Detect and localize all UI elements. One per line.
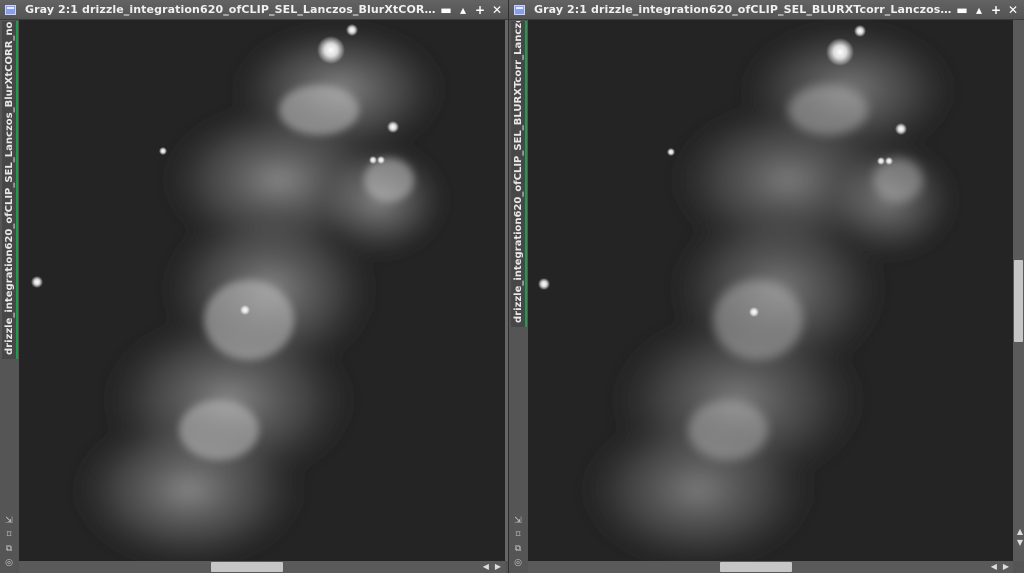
image-viewport[interactable]	[528, 20, 1013, 561]
scroll-left-icon[interactable]: ◀	[483, 561, 489, 573]
window-title: Gray 2:1 drizzle_integration620_ofCLIP_S…	[534, 3, 952, 16]
scroll-right-icon[interactable]: ▶	[495, 561, 501, 573]
image-viewport[interactable]	[19, 20, 505, 561]
close-button[interactable]: ✕	[490, 2, 504, 18]
fit-view-icon[interactable]: ⌑	[3, 530, 15, 541]
target-icon[interactable]: ◎	[512, 558, 524, 569]
nebula-image	[528, 20, 1013, 561]
clone-view-icon[interactable]: ⧉	[512, 544, 524, 555]
nebula-image	[19, 20, 505, 561]
scroll-thumb[interactable]	[720, 562, 792, 572]
horizontal-scrollbar[interactable]: ◀ ▶	[19, 561, 505, 573]
window-title: Gray 2:1 drizzle_integration620_ofCLIP_S…	[25, 3, 436, 16]
clone-view-icon[interactable]: ⧉	[3, 544, 15, 555]
scroll-left-icon[interactable]: ◀	[991, 561, 997, 573]
target-icon[interactable]: ◎	[3, 558, 15, 569]
zoom-arrow-icon[interactable]: ⇲	[3, 516, 15, 527]
scroll-down-icon[interactable]: ▼	[1017, 538, 1023, 547]
scroll-right-icon[interactable]: ▶	[1003, 561, 1009, 573]
shade-button[interactable]: ▴	[972, 2, 986, 18]
shade-button[interactable]: ▴	[456, 2, 470, 18]
horizontal-scrollbar[interactable]: ◀ ▶	[528, 561, 1013, 573]
maximize-button[interactable]: +	[473, 2, 487, 18]
scroll-thumb[interactable]	[1014, 260, 1023, 342]
scroll-up-icon[interactable]: ▲	[1017, 527, 1023, 536]
view-id-tab[interactable]: drizzle_integration620_ofCLIP_SEL_BLURXT…	[511, 21, 527, 327]
image-window-left[interactable]: Gray 2:1 drizzle_integration620_ofCLIP_S…	[0, 0, 508, 573]
scroll-thumb[interactable]	[211, 562, 283, 572]
window-titlebar[interactable]: Gray 2:1 drizzle_integration620_ofCLIP_S…	[0, 0, 508, 20]
view-id-label: drizzle_integration620_ofCLIP_SEL_BLURXT…	[513, 21, 524, 323]
zoom-arrow-icon[interactable]: ⇲	[512, 516, 524, 527]
image-window-icon	[514, 4, 525, 15]
image-window-icon	[5, 4, 16, 15]
window-titlebar[interactable]: Gray 2:1 drizzle_integration620_ofCLIP_S…	[509, 0, 1024, 20]
view-id-tab[interactable]: drizzle_integration620_ofCLIP_SEL_Lanczo…	[2, 21, 18, 359]
vertical-scrollbar[interactable]: ▲ ▼	[1013, 20, 1024, 561]
close-button[interactable]: ✕	[1006, 2, 1020, 18]
maximize-button[interactable]: +	[989, 2, 1003, 18]
view-id-label: drizzle_integration620_ofCLIP_SEL_Lanczo…	[4, 21, 15, 355]
minimize-button[interactable]: ▬	[439, 2, 453, 18]
fit-view-icon[interactable]: ⌑	[512, 530, 524, 541]
image-window-right[interactable]: Gray 2:1 drizzle_integration620_ofCLIP_S…	[508, 0, 1024, 573]
minimize-button[interactable]: ▬	[955, 2, 969, 18]
